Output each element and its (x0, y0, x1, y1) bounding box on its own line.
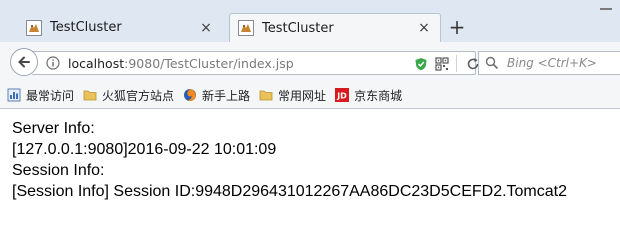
tab-strip: TestCluster × TestCluster × + (0, 0, 620, 42)
bookmark-getting-started[interactable]: 新手上路 (183, 87, 250, 104)
jd-icon: JD (335, 88, 350, 102)
tab-inactive[interactable]: TestCluster × (18, 13, 222, 42)
close-tab-icon[interactable]: × (414, 20, 434, 36)
bookmark-most-visited[interactable]: 最常访问 (7, 87, 74, 104)
tab-title: TestCluster (50, 20, 122, 35)
url-divider (456, 55, 457, 72)
back-arrow-icon (18, 56, 30, 68)
tab-active[interactable]: TestCluster × (229, 13, 441, 42)
bookmark-common-sites[interactable]: 常用网址 (259, 87, 326, 104)
bookmark-label: 京东商城 (354, 88, 403, 103)
minimize-icon[interactable] (600, 8, 612, 10)
session-info-value: [Session Info] Session ID:9948D296431012… (12, 183, 567, 200)
info-icon[interactable] (46, 56, 60, 70)
tomcat-favicon-icon (26, 19, 42, 36)
close-tab-icon[interactable]: × (196, 20, 216, 36)
bookmark-label: 最常访问 (26, 88, 75, 103)
search-placeholder: Bing <Ctrl+K> (507, 56, 597, 70)
navigation-bar: localhost:9080/TestCluster/index.jsp Bin… (0, 42, 620, 82)
url-host: localhost (68, 55, 125, 71)
folder-icon (259, 90, 273, 101)
back-button[interactable] (10, 48, 38, 76)
bookmark-label: 常用网址 (278, 88, 327, 103)
page-content: Server Info: [127.0.0.1:9080]2016-09-22 … (12, 118, 567, 202)
qr-code-icon[interactable] (435, 57, 449, 71)
bookmarks-bar: 最常访问 火狐官方站点 新手上路 常用网址 JD 京东商城 (0, 82, 620, 109)
server-info-heading: Server Info: (12, 120, 95, 137)
most-visited-icon (7, 88, 21, 102)
server-info-value: [127.0.0.1:9080]2016-09-22 10:01:09 (12, 141, 277, 158)
url-text[interactable]: localhost:9080/TestCluster/index.jsp (68, 56, 294, 71)
search-icon (485, 56, 499, 70)
url-path: :9080/TestCluster/index.jsp (124, 55, 294, 71)
tab-title: TestCluster (262, 20, 334, 36)
url-bar[interactable]: localhost:9080/TestCluster/index.jsp (32, 51, 479, 75)
tomcat-favicon-icon (238, 20, 254, 36)
bookmark-firefox-official[interactable]: 火狐官方站点 (83, 87, 174, 104)
session-info-heading: Session Info: (12, 162, 105, 179)
firefox-icon (184, 89, 197, 101)
shield-icon[interactable] (414, 57, 428, 71)
bookmark-label: 新手上路 (202, 88, 251, 103)
bookmark-jd[interactable]: JD 京东商城 (335, 87, 402, 104)
bookmark-label: 火狐官方站点 (102, 88, 175, 103)
folder-icon (83, 90, 97, 101)
new-tab-button[interactable]: + (446, 15, 468, 39)
search-bar[interactable]: Bing <Ctrl+K> (478, 51, 620, 75)
jd-badge-text: JD (336, 92, 347, 101)
